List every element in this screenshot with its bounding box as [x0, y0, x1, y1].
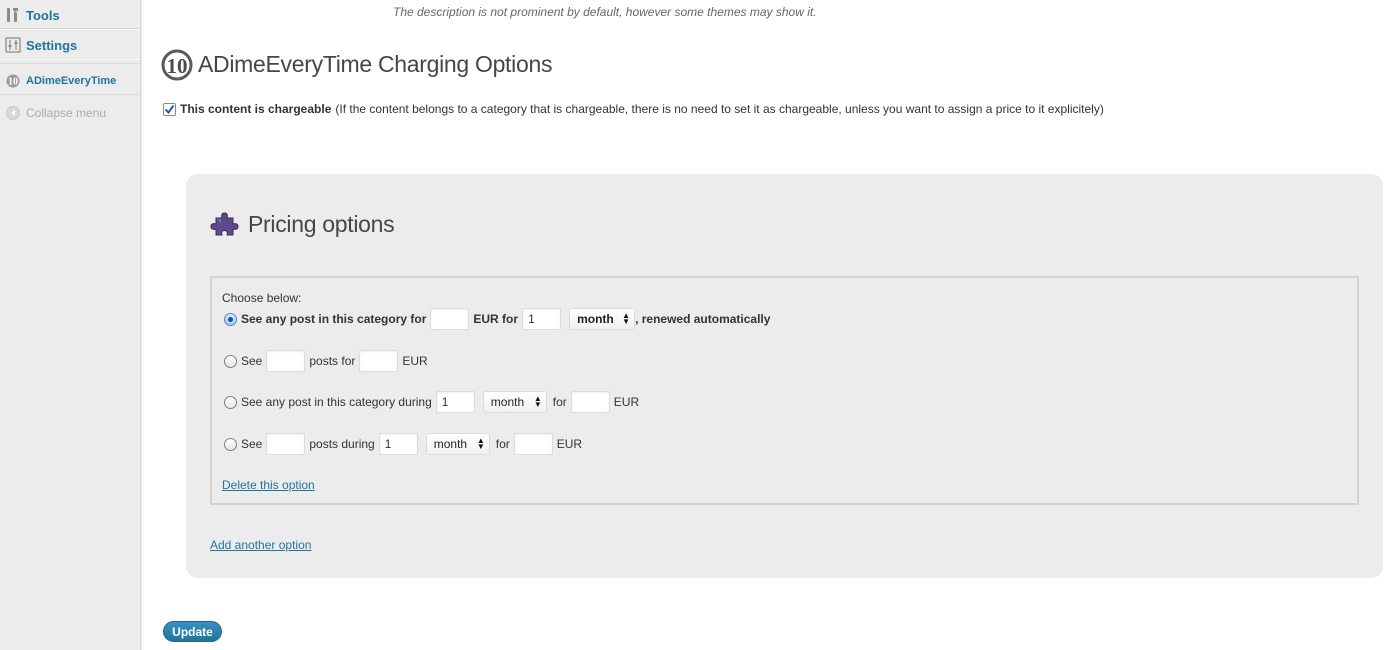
chargeable-note: (If the content belongs to a category th… — [335, 102, 1104, 116]
option-text: EUR — [402, 354, 428, 368]
delete-option-link[interactable]: Delete this option — [222, 478, 315, 492]
posts-count-input[interactable] — [266, 433, 306, 455]
choose-label: Choose below: — [222, 291, 302, 305]
collapse-icon-wrapper — [5, 105, 21, 121]
pricing-title: Pricing options — [248, 210, 395, 237]
pricing-option-3: See any post in this category during mon… — [224, 391, 639, 413]
chargeable-row: This content is chargeable (If the conte… — [163, 102, 1104, 116]
option-1-radio[interactable] — [224, 312, 237, 326]
price-input[interactable] — [359, 350, 399, 372]
page-title: ADimeEveryTime Charging Options — [198, 50, 553, 77]
option-text: posts during — [309, 437, 375, 451]
update-button[interactable]: Update — [163, 621, 222, 642]
select-value: month — [577, 312, 614, 326]
description-note: The description is not prominent by defa… — [393, 5, 817, 19]
sidebar-item-label: Settings — [26, 37, 78, 53]
pricing-panel: Pricing options Choose below: See any po… — [186, 174, 1383, 578]
sidebar-item-tools[interactable]: Tools — [0, 2, 140, 29]
option-text: See any post in this category during — [241, 395, 432, 409]
radio-dot — [228, 316, 233, 322]
settings-icon — [5, 37, 21, 53]
option-4-radio[interactable] — [224, 437, 237, 451]
collapse-arrow-icon — [6, 106, 20, 120]
sidebar-divider — [0, 63, 140, 64]
period-count-input[interactable] — [522, 308, 562, 330]
puzzle-icon — [210, 209, 240, 239]
option-text: See — [241, 354, 263, 368]
price-input[interactable] — [430, 308, 470, 330]
option-text: posts for — [309, 354, 356, 368]
pricing-options-box: Choose below: See any post in this categ… — [210, 276, 1359, 505]
sidebar-item-adimeeverytime[interactable]: 10 ADimeEveryTime — [0, 67, 140, 95]
period-count-input[interactable] — [378, 433, 418, 455]
chargeable-checkbox[interactable] — [163, 102, 176, 116]
pricing-option-1: See any post in this category for EUR fo… — [224, 308, 770, 330]
select-value: month — [433, 437, 468, 451]
tools-icon — [5, 7, 21, 23]
price-input[interactable] — [570, 391, 610, 413]
sidebar-item-label: Tools — [26, 7, 60, 23]
period-unit-select[interactable]: month ▲ ▼ — [425, 433, 490, 455]
pricing-heading: Pricing options — [210, 209, 395, 239]
svg-text:10: 10 — [8, 76, 18, 87]
price-input[interactable] — [513, 433, 553, 455]
option-2-radio[interactable] — [224, 354, 237, 368]
collapse-menu-label: Collapse menu — [26, 106, 107, 120]
svg-text:10: 10 — [167, 54, 188, 78]
option-text: , renewed automatically — [635, 312, 771, 326]
select-arrows-icon: ▲ ▼ — [476, 436, 485, 451]
pricing-option-4: See posts during month ▲▼ for EUR — [224, 433, 582, 455]
option-text: See any post in this category for — [241, 312, 427, 326]
period-count-input[interactable] — [435, 391, 475, 413]
select-arrows-icon: ▲ ▼ — [533, 394, 542, 409]
option-text: EUR for — [473, 312, 519, 326]
add-option-link[interactable]: Add another option — [210, 538, 311, 552]
option-text: EUR — [613, 395, 640, 409]
sidebar-item-settings[interactable]: Settings — [0, 29, 140, 60]
period-unit-select[interactable]: month ▲ ▼ — [569, 308, 636, 330]
plugin-logo-icon: 10 — [161, 47, 193, 81]
posts-count-input[interactable] — [266, 350, 306, 372]
admin-sidebar: Tools Settings 10 ADimeEveryTime Collaps… — [0, 0, 144, 650]
option-text: See — [241, 437, 263, 451]
collapse-menu-button[interactable]: Collapse menu — [0, 103, 140, 123]
option-text: for — [495, 437, 510, 451]
option-text: for — [552, 395, 567, 409]
plugin-logo-icon: 10 — [5, 73, 21, 89]
pricing-option-2: See posts for EUR — [224, 350, 428, 372]
select-value: month — [490, 395, 525, 409]
option-text: EUR — [556, 437, 583, 451]
page-heading: 10 ADimeEveryTime Charging Options — [161, 47, 552, 81]
select-arrows-icon: ▲ ▼ — [622, 311, 631, 326]
sidebar-item-label: ADimeEveryTime — [26, 74, 117, 87]
period-unit-select[interactable]: month ▲ ▼ — [482, 391, 547, 413]
option-3-radio[interactable] — [224, 395, 237, 409]
chargeable-label: This content is chargeable — [180, 102, 332, 116]
